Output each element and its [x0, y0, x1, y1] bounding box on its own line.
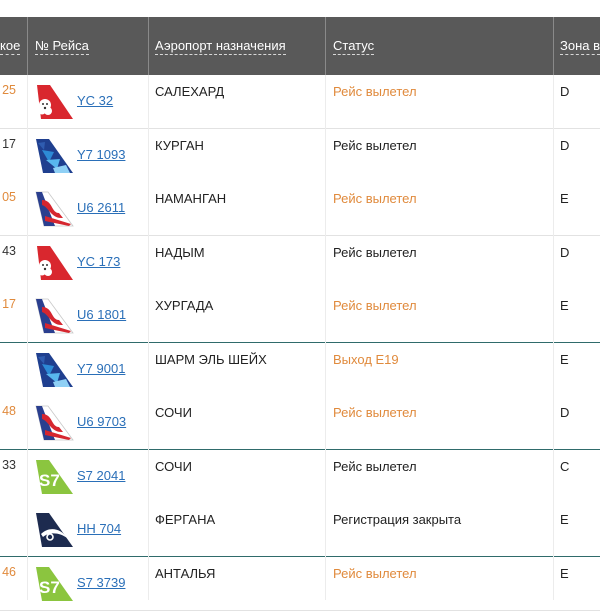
destination-airport: НАДЫМ: [155, 245, 205, 260]
flight-number-link[interactable]: Y7 1093: [77, 147, 125, 162]
flight-status: Рейс вылетел: [333, 566, 417, 581]
flight-number-link[interactable]: U6 9703: [77, 414, 126, 429]
airline-logo-icon: [33, 191, 75, 227]
flight-number-link[interactable]: Y7 9001: [77, 361, 125, 376]
table-header: кое № Рейса Аэропорт назначения Статус З…: [0, 17, 600, 75]
destination-airport: СОЧИ: [155, 405, 192, 420]
svg-text:S7: S7: [39, 578, 60, 597]
airline-logo-icon: S7: [33, 566, 75, 602]
flight-number-link[interactable]: U6 2611: [77, 200, 125, 215]
zone-value: E: [560, 298, 569, 313]
departure-time-fragment: 17: [2, 297, 16, 311]
zone-value: D: [560, 245, 570, 260]
header-divider: [148, 17, 149, 75]
zone-value: D: [560, 405, 570, 420]
flight-number-link[interactable]: U6 1801: [77, 307, 126, 322]
flight-status: Рейс вылетел: [333, 298, 417, 313]
destination-airport: АНТАЛЬЯ: [155, 566, 216, 581]
departure-time-fragment: 33: [2, 458, 16, 472]
svg-text:S7: S7: [39, 471, 60, 490]
flight-number-link[interactable]: HH 704: [77, 521, 121, 536]
airline-logo-icon: [33, 138, 75, 174]
flight-status: Рейс вылетел: [333, 191, 417, 206]
table-row[interactable]: HH 704 ФЕРГАНА Регистрация закрыта E: [0, 503, 600, 556]
flight-status: Рейс вылетел: [333, 405, 417, 420]
flight-status: Регистрация закрыта: [333, 512, 462, 527]
flight-number-link[interactable]: S7 3739: [77, 575, 125, 590]
flight-status: Рейс вылетел: [333, 459, 417, 474]
header-destination[interactable]: Аэропорт назначения: [155, 17, 323, 75]
table-row[interactable]: 48 U6 9703 СОЧИ Рейс вылетел D: [0, 396, 600, 449]
zone-value: E: [560, 352, 569, 367]
header-divider: [27, 17, 28, 75]
airline-logo-icon: [33, 84, 75, 120]
destination-airport: САЛЕХАРД: [155, 84, 225, 99]
table-row[interactable]: 43 YC 173 НАДЫМ Рейс вылетел D: [0, 236, 600, 289]
flight-number-link[interactable]: YC 32: [77, 93, 113, 108]
zone-value: D: [560, 138, 570, 153]
airline-logo-icon: [33, 352, 75, 388]
header-time-col[interactable]: кое: [0, 17, 27, 75]
table-row[interactable]: 17 Y7 1093 КУРГАН Рейс вылетел D: [0, 129, 600, 182]
flight-number-link[interactable]: YC 173: [77, 254, 120, 269]
header-status[interactable]: Статус: [333, 17, 551, 75]
zone-value: E: [560, 566, 569, 581]
column-divider: [148, 75, 149, 600]
flight-status: Рейс вылетел: [333, 84, 417, 99]
destination-airport: ХУРГАДА: [155, 298, 214, 313]
zone-value: E: [560, 191, 569, 206]
airline-logo-icon: [33, 405, 75, 441]
table-row[interactable]: 33 S7 S7 2041 СОЧИ Рейс вылетел C: [0, 450, 600, 503]
header-flight-number[interactable]: № Рейса: [35, 17, 147, 75]
top-strip: [0, 0, 600, 17]
airline-logo-icon: [33, 298, 75, 334]
zone-value: D: [560, 84, 570, 99]
destination-airport: НАМАНГАН: [155, 191, 227, 206]
table-row[interactable]: 46 S7 S7 3739 АНТАЛЬЯ Рейс вылетел E: [0, 557, 600, 610]
table-row[interactable]: Y7 9001 ШАРМ ЭЛЬ ШЕЙХ Выход E19 E: [0, 343, 600, 396]
departure-time-fragment: 48: [2, 404, 16, 418]
destination-airport: ШАРМ ЭЛЬ ШЕЙХ: [155, 352, 267, 367]
departure-time-fragment: 25: [2, 83, 16, 97]
departure-time-fragment: 17: [2, 137, 16, 151]
column-divider: [27, 75, 28, 600]
flight-status: Рейс вылетел: [333, 245, 417, 260]
flight-status: Выход E19: [333, 352, 399, 367]
column-divider: [325, 75, 326, 600]
header-divider: [553, 17, 554, 75]
airline-logo-icon: S7: [33, 459, 75, 495]
zone-value: E: [560, 512, 569, 527]
destination-airport: ФЕРГАНА: [155, 512, 216, 527]
table-row[interactable]: 05 U6 2611 НАМАНГАН Рейс вылетел E: [0, 182, 600, 235]
flight-number-link[interactable]: S7 2041: [77, 468, 125, 483]
header-zone[interactable]: Зона в: [560, 17, 600, 75]
departure-time-fragment: 43: [2, 244, 16, 258]
table-row[interactable]: 25 YC 32 САЛЕХАРД Рейс вылетел D: [0, 75, 600, 128]
destination-airport: КУРГАН: [155, 138, 204, 153]
column-divider: [553, 75, 554, 600]
header-divider: [325, 17, 326, 75]
table-row[interactable]: 17 U6 1801 ХУРГАДА Рейс вылетел E: [0, 289, 600, 342]
flight-status: Рейс вылетел: [333, 138, 417, 153]
departure-time-fragment: 05: [2, 190, 16, 204]
destination-airport: СОЧИ: [155, 459, 192, 474]
zone-value: C: [560, 459, 570, 474]
departure-time-fragment: 46: [2, 565, 16, 579]
airline-logo-icon: [33, 245, 75, 281]
airline-logo-icon: [33, 512, 75, 548]
